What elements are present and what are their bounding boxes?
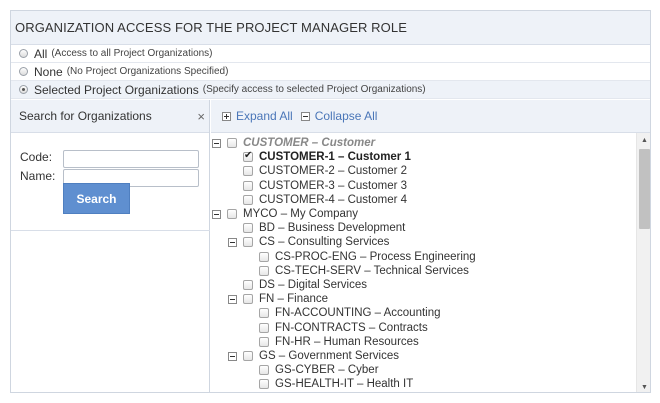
access-option-label: None [34,64,63,79]
tree-node-checkbox[interactable] [243,180,253,191]
org-tree: CUSTOMER – Customer CUSTOMER-1 – Customer… [211,133,636,393]
tree-node-label: FN-ACCOUNTING – Accounting [275,307,441,320]
collapse-toggle-icon[interactable] [228,294,237,304]
search-panel-header: Search for Organizations × [11,100,209,133]
tree-node-checkbox[interactable] [243,237,253,248]
collapse-toggle-icon[interactable] [228,351,237,361]
plus-box-icon [222,111,231,121]
tree-node[interactable]: FN-CONTRACTS – Contracts [259,321,428,335]
access-option-selected[interactable]: Selected Project Organizations (Specify … [11,81,650,99]
tree-node-checkbox[interactable] [243,223,253,234]
tree-node-checkbox[interactable] [259,365,269,376]
expand-all-button[interactable]: Expand All [222,109,293,123]
tree-node-label: FN-HR – Human Resources [275,335,419,348]
tree-node[interactable]: DS – Digital Services [243,278,367,292]
expand-all-label: Expand All [236,109,293,123]
tree-node-checkbox[interactable] [227,209,237,219]
tree-node-label: CS-TECH-SERV – Technical Services [275,264,469,277]
tree-toolbar: Expand All Collapse All [211,100,650,133]
search-panel-title: Search for Organizations [19,109,152,123]
tree-node-label: CS – Consulting Services [259,236,390,249]
radio-selected[interactable] [19,85,28,94]
tree-node[interactable]: GS – Government Services [228,349,399,363]
tree-scrollbar[interactable]: ▲ ▼ [636,133,650,392]
tree-node-label: GS – Government Services [259,350,399,362]
collapse-toggle-icon[interactable] [228,237,237,247]
tree-node-label: FN-CONTRACTS – Contracts [275,321,428,334]
org-tree-panel: Expand All Collapse All CUSTOMER – Custo… [211,100,650,393]
collapse-toggle-icon[interactable] [212,138,221,148]
tree-node[interactable]: BD – Business Development [243,221,405,235]
tree-node-checkbox[interactable] [243,166,253,177]
collapse-all-label: Collapse All [314,109,378,123]
access-option-none[interactable]: None (No Project Organizations Specified… [11,63,650,81]
tree-node[interactable]: CS-TECH-SERV – Technical Services [259,264,469,278]
scroll-up-arrow-icon[interactable]: ▲ [637,133,650,147]
tree-node[interactable]: MYCO – My Company [212,207,358,221]
tree-node-label: CUSTOMER-2 – Customer 2 [259,165,408,178]
access-option-label: Selected Project Organizations [34,82,199,97]
tree-node[interactable]: GS-SE – Systems Engineering [259,392,432,393]
tree-node-checkbox[interactable] [243,294,253,305]
tree-node-checkbox[interactable] [259,379,269,390]
tree-node-checkbox[interactable] [243,351,253,361]
tree-node-label: FN – Finance [259,293,329,306]
minus-box-icon [300,111,310,121]
scroll-thumb[interactable] [639,149,650,229]
tree-node-label: DS – Digital Services [259,279,368,291]
tree-node-label: CUSTOMER – Customer [243,137,376,149]
access-option-desc: (No Project Organizations Specified) [66,66,229,77]
tree-node[interactable]: FN-ACCOUNTING – Accounting [259,306,441,320]
divider [11,230,210,231]
code-input[interactable] [63,150,199,168]
code-label: Code: [20,150,53,164]
search-button[interactable]: Search [63,183,130,214]
tree-node-label: CS-PROC-ENG – Process Engineering [275,250,476,263]
tree-node[interactable]: CUSTOMER – Customer [212,136,375,150]
search-panel: Search for Organizations × Code: Name: S… [11,100,210,392]
radio-all[interactable] [19,49,28,58]
access-option-desc: (Access to all Project Organizations) [51,48,213,59]
tree-node[interactable]: GS-HEALTH-IT – Health IT [259,377,413,391]
tree-node[interactable]: FN – Finance [228,292,328,306]
tree-node-label: GS-HEALTH-IT – Health IT [275,378,414,391]
scroll-down-arrow-icon[interactable]: ▼ [637,380,650,392]
tree-node-checkbox[interactable] [259,336,269,347]
tree-node-checkbox[interactable] [243,280,253,290]
name-label: Name: [20,169,56,183]
close-icon[interactable]: × [197,109,205,124]
org-access-panel: ORGANIZATION ACCESS FOR THE PROJECT MANA… [10,10,651,393]
tree-node[interactable]: FN-HR – Human Resources [259,335,419,349]
tree-node-checkbox[interactable] [227,138,237,148]
tree-node[interactable]: GS-CYBER – Cyber [259,363,379,377]
radio-none[interactable] [19,67,28,76]
tree-node[interactable]: CS-PROC-ENG – Process Engineering [259,250,476,264]
access-option-label: All [34,46,48,61]
tree-node-checkbox[interactable] [259,265,269,276]
tree-node-label: BD – Business Development [259,222,406,235]
tree-node-checkbox[interactable] [243,150,253,163]
collapse-all-button[interactable]: Collapse All [300,109,378,123]
tree-node[interactable]: CUSTOMER-2 – Customer 2 [243,164,407,178]
tree-node-checkbox[interactable] [259,308,269,319]
collapse-toggle-icon[interactable] [212,209,221,219]
tree-node-label: CUSTOMER-4 – Customer 4 [259,193,408,206]
tree-node[interactable]: CUSTOMER-3 – Customer 3 [243,179,407,193]
panel-title: ORGANIZATION ACCESS FOR THE PROJECT MANA… [11,11,650,45]
tree-node[interactable]: CUSTOMER-1 – Customer 1 [243,150,411,164]
tree-node[interactable]: CUSTOMER-4 – Customer 4 [243,193,407,207]
tree-node-checkbox[interactable] [243,194,253,205]
tree-node[interactable]: CS – Consulting Services [228,235,389,249]
tree-node-label: CUSTOMER-1 – Customer 1 [259,151,411,164]
tree-node-checkbox[interactable] [259,322,269,333]
tree-node-checkbox[interactable] [259,251,269,262]
access-option-all[interactable]: All (Access to all Project Organizations… [11,45,650,63]
tree-node-label: MYCO – My Company [243,208,359,220]
tree-node-label: CUSTOMER-3 – Customer 3 [259,179,408,192]
tree-node-label: GS-CYBER – Cyber [275,364,379,377]
access-option-desc: (Specify access to selected Project Orga… [202,84,426,95]
